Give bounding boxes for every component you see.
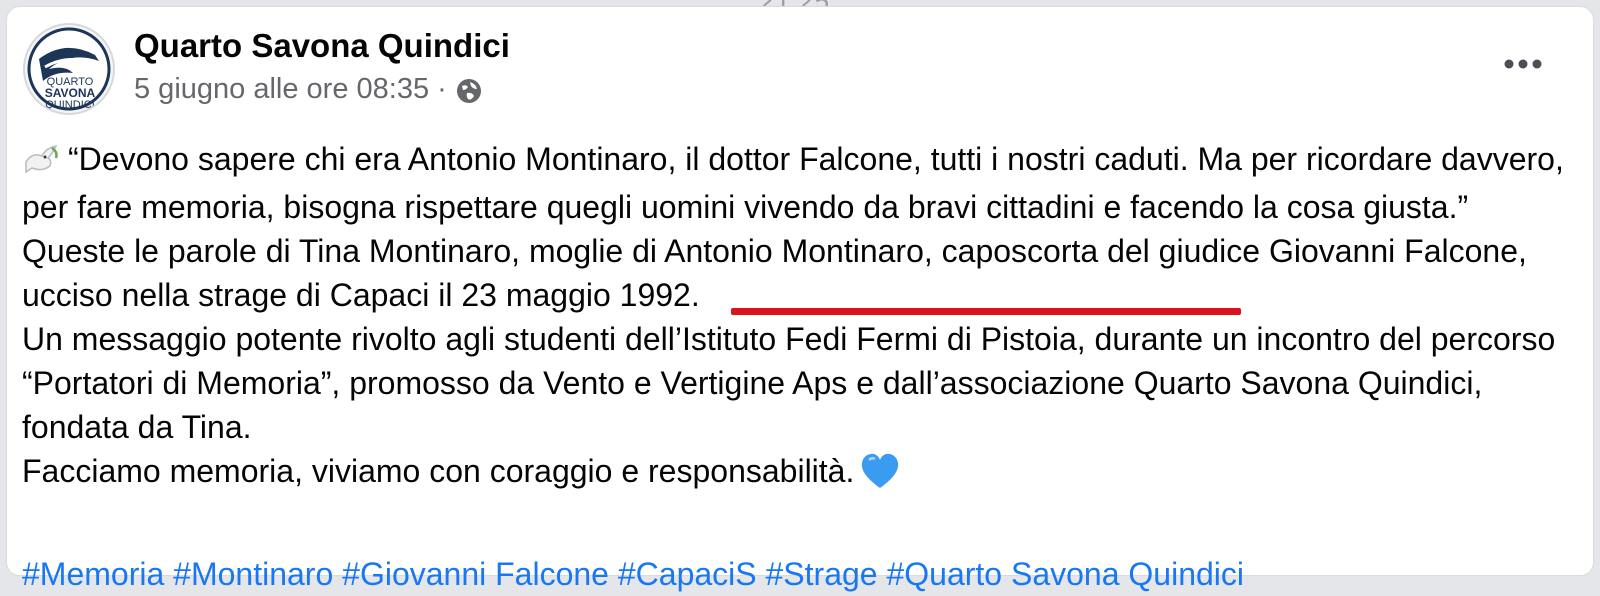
post-body: “Devono sapere chi era Antonio Montinaro… xyxy=(22,137,1582,501)
more-horizontal-icon xyxy=(1504,59,1542,69)
blue-heart-icon xyxy=(860,452,900,501)
avatar-line-2: SAVONA xyxy=(45,86,96,100)
paragraph-text: “Devono sapere chi era Antonio Montinaro… xyxy=(22,141,1564,225)
timestamp-link[interactable]: 5 giugno alle ore 08:35 xyxy=(134,73,429,106)
hashtags-row[interactable]: #Memoria #Montinaro #Giovanni Falcone #C… xyxy=(22,552,1582,596)
paragraph-context: Queste le parole di Tina Montinaro, mogl… xyxy=(22,233,1527,313)
post-card: QUARTO SAVONA QUINDICI Quarto Savona Qui… xyxy=(6,6,1594,592)
logo-icon: QUARTO SAVONA QUINDICI xyxy=(27,27,111,111)
paragraph-text: Facciamo memoria, viviamo con coraggio e… xyxy=(22,453,855,489)
paragraph-event: Un messaggio potente rivolto agli studen… xyxy=(22,321,1556,445)
paragraph-closing: Facciamo memoria, viviamo con coraggio e… xyxy=(22,449,1582,501)
more-options-button[interactable] xyxy=(1495,49,1551,79)
post-meta: 5 giugno alle ore 08:35 · xyxy=(134,73,483,106)
paragraph-quote: “Devono sapere chi era Antonio Montinaro… xyxy=(22,137,1582,229)
red-underline-annotation xyxy=(731,308,1241,315)
meta-separator: · xyxy=(437,73,447,105)
page-name-link[interactable]: Quarto Savona Quindici xyxy=(134,27,510,65)
avatar[interactable]: QUARTO SAVONA QUINDICI xyxy=(23,23,115,115)
avatar-line-3: QUINDICI xyxy=(45,99,95,111)
globe-icon[interactable] xyxy=(455,77,483,105)
dove-icon xyxy=(22,141,60,185)
